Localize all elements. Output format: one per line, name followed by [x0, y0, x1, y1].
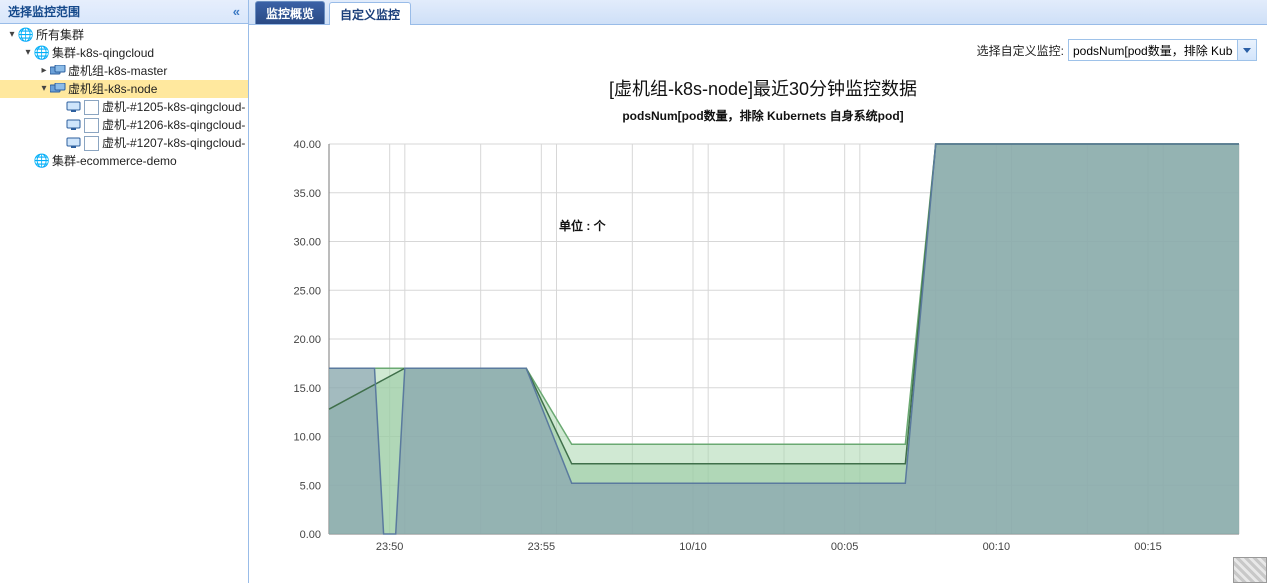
tab-overview[interactable]: 监控概览	[255, 1, 325, 24]
tree-toggle-icon[interactable]	[22, 152, 34, 170]
svg-text:30.00: 30.00	[293, 237, 321, 249]
scope-tree: ▾🌐所有集群▾🌐集群-k8s-qingcloud▸虚机组-k8s-master▾…	[0, 24, 248, 170]
chart-title: [虚机组-k8s-node]最近30分钟监控数据	[259, 75, 1267, 101]
tab-bar: 监控概览自定义监控	[249, 0, 1267, 25]
vm-icon	[66, 99, 82, 115]
custom-monitor-combo[interactable]	[1068, 39, 1257, 61]
svg-text:20.00: 20.00	[293, 334, 321, 346]
chevron-down-icon[interactable]	[1237, 40, 1256, 60]
tree-node-label[interactable]: 虚机组-k8s-master	[68, 62, 167, 80]
svg-text:10/10: 10/10	[679, 541, 707, 553]
svg-text:0.00: 0.00	[300, 529, 321, 541]
cluster-icon: 🌐	[34, 153, 50, 169]
svg-text:40.00: 40.00	[293, 139, 321, 151]
chart-legend: podsNum[pod数量，排除 Kubernets 自身系统pod]	[259, 107, 1267, 124]
tree-checkbox[interactable]	[84, 118, 99, 133]
custom-monitor-input[interactable]	[1069, 41, 1237, 59]
tree-toggle-icon[interactable]: ▾	[22, 44, 34, 62]
vm-icon	[66, 135, 82, 151]
svg-text:23:55: 23:55	[528, 541, 556, 553]
tree-node-label[interactable]: 所有集群	[36, 26, 84, 44]
tree-node-label[interactable]: 虚机组-k8s-node	[68, 80, 157, 98]
tree-node-c_qc[interactable]: ▾🌐集群-k8s-qingcloud	[0, 44, 248, 62]
sidebar-title: 选择监控范围	[8, 3, 80, 20]
group-icon	[50, 63, 66, 79]
tree-node-vm2[interactable]: 虚机-#1206-k8s-qingcloud-	[0, 116, 248, 134]
svg-text:00:15: 00:15	[1134, 541, 1162, 553]
tree-node-c_ec[interactable]: 🌐集群-ecommerce-demo	[0, 152, 248, 170]
vm-icon	[66, 117, 82, 133]
tree-toggle-icon[interactable]: ▸	[38, 62, 50, 80]
chooser-label: 选择自定义监控:	[977, 42, 1064, 59]
tree-node-label[interactable]: 集群-k8s-qingcloud	[52, 44, 154, 62]
thumbnail-preview[interactable]	[1233, 557, 1267, 583]
svg-text:35.00: 35.00	[293, 188, 321, 200]
tree-node-vm1[interactable]: 虚机-#1205-k8s-qingcloud-	[0, 98, 248, 116]
tab-custom[interactable]: 自定义监控	[329, 2, 411, 25]
svg-text:00:05: 00:05	[831, 541, 859, 553]
group-icon	[50, 81, 66, 97]
tree-toggle-icon[interactable]: ▾	[38, 80, 50, 98]
tree-toggle-icon[interactable]	[54, 134, 66, 152]
tree-toggle-icon[interactable]	[54, 98, 66, 116]
collapse-sidebar-button[interactable]: «	[233, 4, 240, 19]
tree-checkbox[interactable]	[84, 100, 99, 115]
tree-node-label[interactable]: 虚机-#1205-k8s-qingcloud-	[102, 98, 245, 116]
tree-node-vm3[interactable]: 虚机-#1207-k8s-qingcloud-	[0, 134, 248, 152]
pods-chart: 0.00 5.00 10.00 15.00 20.00 25.00 30.00 35.00 40…	[259, 124, 1259, 574]
tree-node-g_master[interactable]: ▸ 虚机组-k8s-master	[0, 62, 248, 80]
svg-text:23:50: 23:50	[376, 541, 404, 553]
chart-area: [虚机组-k8s-node]最近30分钟监控数据 podsNum[pod数量，排…	[249, 67, 1267, 583]
svg-text:10.00: 10.00	[293, 432, 321, 444]
tree-node-all[interactable]: ▾🌐所有集群	[0, 26, 248, 44]
globe-icon: 🌐	[18, 27, 34, 43]
cluster-icon: 🌐	[34, 45, 50, 61]
tree-toggle-icon[interactable]	[54, 116, 66, 134]
custom-monitor-toolbar: 选择自定义监控:	[249, 25, 1267, 67]
tree-node-label[interactable]: 集群-ecommerce-demo	[52, 152, 177, 170]
tree-node-label[interactable]: 虚机-#1206-k8s-qingcloud-	[102, 116, 245, 134]
sidebar-header: 选择监控范围 «	[0, 0, 248, 24]
tree-node-g_node[interactable]: ▾ 虚机组-k8s-node	[0, 80, 248, 98]
svg-text:5.00: 5.00	[300, 480, 321, 492]
svg-text:15.00: 15.00	[293, 383, 321, 395]
chart-unit-label: 单位 : 个	[559, 217, 606, 234]
tree-checkbox[interactable]	[84, 136, 99, 151]
tree-toggle-icon[interactable]: ▾	[6, 26, 18, 44]
scope-sidebar: 选择监控范围 « ▾🌐所有集群▾🌐集群-k8s-qingcloud▸虚机组-k8…	[0, 0, 249, 583]
main-panel: 监控概览自定义监控 选择自定义监控: [虚机组-k8s-node]最近30分钟监…	[249, 0, 1267, 583]
svg-text:00:10: 00:10	[983, 541, 1011, 553]
tree-node-label[interactable]: 虚机-#1207-k8s-qingcloud-	[102, 134, 245, 152]
svg-text:25.00: 25.00	[293, 285, 321, 297]
